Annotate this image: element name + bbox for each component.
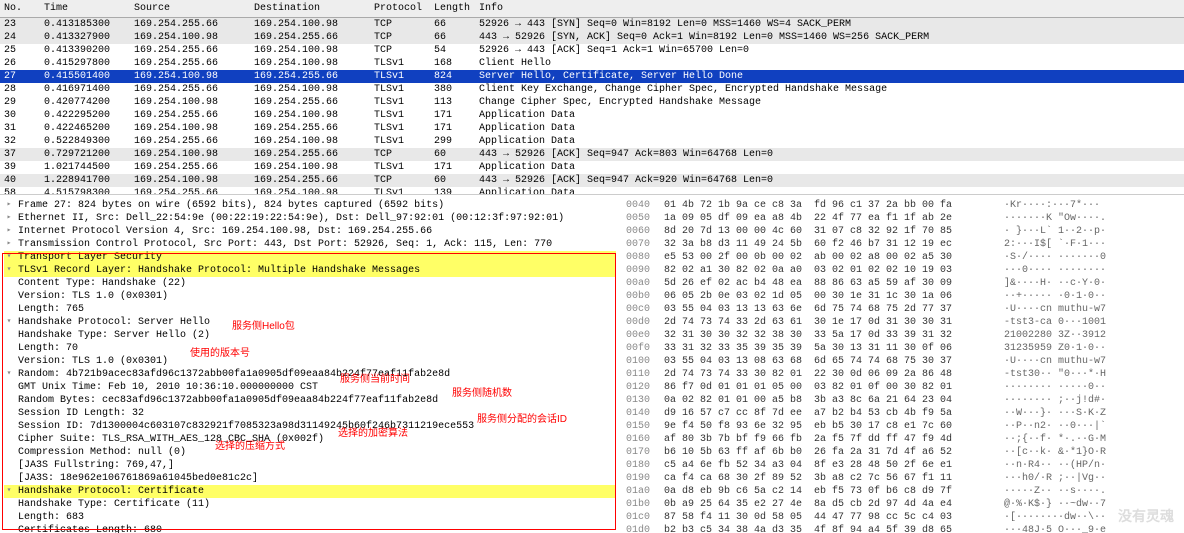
hex-row[interactable]: 01a00a d8 eb 9b c6 5a c2 14 eb f5 73 0f … [626, 485, 1184, 498]
collapse-icon[interactable]: ▾ [4, 252, 14, 262]
hex-row[interactable]: 00f033 31 32 33 35 39 35 39 5a 30 13 31 … [626, 342, 1184, 355]
packet-details[interactable]: ▸ Frame 27: 824 bytes on wire (6592 bits)… [0, 195, 620, 533]
ann-server-hello: 服务侧Hello包 [232, 320, 295, 333]
hex-row[interactable]: 00b006 05 2b 0e 03 02 1d 05 00 30 1e 31 … [626, 290, 1184, 303]
hex-row[interactable]: 0160af 80 3b 7b bf f9 66 fb 2a f5 7f dd … [626, 433, 1184, 446]
expand-icon[interactable]: ▸ [4, 239, 14, 249]
hex-row[interactable]: 01d0b2 b3 c5 34 38 4a d3 35 4f 8f 94 a4 … [626, 524, 1184, 533]
hex-row[interactable]: 00a05d 26 ef 02 ac b4 48 ea 88 86 63 a5 … [626, 277, 1184, 290]
hex-row[interactable]: 0180c5 a4 6e fb 52 34 a3 04 8f e3 28 48 … [626, 459, 1184, 472]
hex-row[interactable]: 01c087 58 f4 11 30 0d 58 05 44 47 77 98 … [626, 511, 1184, 524]
hex-row[interactable]: 00e032 31 30 30 32 32 38 30 33 5a 17 0d … [626, 329, 1184, 342]
tcp-summary: Transmission Control Protocol, Src Port:… [18, 238, 552, 251]
cert-type: Handshake Type: Certificate (11) [18, 498, 210, 511]
sid-length: Session ID Length: 32 [18, 407, 144, 420]
packet-row[interactable]: 391.021744500169.254.255.66169.254.100.9… [0, 161, 1184, 174]
packet-row[interactable]: 370.729721200169.254.100.98169.254.255.6… [0, 148, 1184, 161]
watermark: 没有灵魂 [1118, 507, 1174, 525]
cert-length: Length: 683 [18, 511, 84, 524]
hex-row[interactable]: 0170b6 10 5b 63 ff af 6b b0 26 fa 2a 31 … [626, 446, 1184, 459]
hex-row[interactable]: 0140d9 16 57 c7 cc 8f 7d ee a7 b2 b4 53 … [626, 407, 1184, 420]
record-version: Version: TLS 1.0 (0x0301) [18, 290, 168, 303]
packet-row[interactable]: 230.413185300169.254.255.66169.254.100.9… [0, 18, 1184, 31]
hex-row[interactable]: 01509e f4 50 f8 93 6e 32 95 eb b5 30 17 … [626, 420, 1184, 433]
collapse-icon[interactable]: ▾ [4, 317, 14, 327]
ip-summary: Internet Protocol Version 4, Src: 169.25… [18, 225, 432, 238]
packet-row[interactable]: 280.416971400169.254.255.66169.254.100.9… [0, 83, 1184, 96]
ann-session: 服务侧分配的会话ID [477, 413, 567, 426]
packet-row[interactable]: 270.415501400169.254.100.98169.254.255.6… [0, 70, 1184, 83]
collapse-icon[interactable]: ▾ [4, 265, 14, 275]
server-hello: Handshake Protocol: Server Hello [18, 316, 210, 329]
hex-row[interactable]: 010003 55 04 03 13 08 63 68 6d 65 74 74 … [626, 355, 1184, 368]
hex-row[interactable]: 009082 02 a1 30 82 02 0a a0 03 02 01 02 … [626, 264, 1184, 277]
compression: Compression Method: null (0) [18, 446, 186, 459]
ann-cipher: 选择的加密算法 [338, 427, 408, 440]
ann-version: 使用的版本号 [190, 347, 250, 360]
packet-row[interactable]: 240.413327900169.254.100.98169.254.255.6… [0, 31, 1184, 44]
tls-record: TLSv1 Record Layer: Handshake Protocol: … [18, 264, 420, 277]
record-length: Length: 765 [18, 303, 84, 316]
hex-row[interactable]: 004001 4b 72 1b 9a ce c8 3a fd 96 c1 37 … [626, 199, 1184, 212]
hex-dump[interactable]: 004001 4b 72 1b 9a ce c8 3a fd 96 c1 37 … [620, 195, 1184, 533]
hex-row[interactable]: 01102d 74 73 74 33 30 82 01 22 30 0d 06 … [626, 368, 1184, 381]
hex-row[interactable]: 007032 3a b8 d3 11 49 24 5b 60 f2 46 b7 … [626, 238, 1184, 251]
tls-header: Transport Layer Security [18, 251, 162, 264]
random-bytes: Random Bytes: cec83afd96c1372abb00fa1a09… [18, 394, 438, 407]
packet-header: No.TimeSourceDestinationProtocolLengthIn… [0, 0, 1184, 18]
hs-length: Length: 70 [18, 342, 78, 355]
frame-summary: Frame 27: 824 bytes on wire (6592 bits),… [18, 199, 444, 212]
packet-row[interactable]: 250.413390200169.254.255.66169.254.100.9… [0, 44, 1184, 57]
hex-row[interactable]: 01300a 02 82 01 01 00 a5 b8 3b a3 8c 6a … [626, 394, 1184, 407]
ja3s-fullstring: [JA3S Fullstring: 769,47,] [18, 459, 174, 472]
collapse-icon[interactable]: ▾ [4, 369, 14, 379]
hs-version: Version: TLS 1.0 (0x0301) [18, 355, 168, 368]
certificate: Handshake Protocol: Certificate [18, 485, 204, 498]
expand-icon[interactable]: ▸ [4, 200, 14, 210]
gmt-time: GMT Unix Time: Feb 10, 2010 10:36:10.000… [18, 381, 318, 394]
hex-row[interactable]: 01b00b a9 25 64 35 e2 27 4e 8a d5 cb 2d … [626, 498, 1184, 511]
hex-row[interactable]: 012086 f7 0d 01 01 01 05 00 03 82 01 0f … [626, 381, 1184, 394]
ann-time: 服务侧当前时间 [340, 373, 410, 386]
collapse-icon[interactable]: ▾ [4, 486, 14, 496]
ja3s: [JA3S: 18e962e106761869a61045bed0e81c2c] [18, 472, 258, 485]
packet-row[interactable]: 401.228941700169.254.100.98169.254.255.6… [0, 174, 1184, 187]
content-type: Content Type: Handshake (22) [18, 277, 186, 290]
cert-list-length: Certificates Length: 680 [18, 524, 162, 533]
packet-row[interactable]: 260.415297800169.254.255.66169.254.100.9… [0, 57, 1184, 70]
expand-icon[interactable]: ▸ [4, 226, 14, 236]
ann-random: 服务侧随机数 [452, 387, 512, 400]
packet-row[interactable]: 310.422465200169.254.100.98169.254.255.6… [0, 122, 1184, 135]
packet-row[interactable]: 584.515798300169.254.255.66169.254.100.9… [0, 187, 1184, 195]
hex-row[interactable]: 0190ca f4 ca 68 30 2f 89 52 3b a8 c2 7c … [626, 472, 1184, 485]
packet-list[interactable]: No.TimeSourceDestinationProtocolLengthIn… [0, 0, 1184, 195]
packet-row[interactable]: 300.422295200169.254.255.66169.254.100.9… [0, 109, 1184, 122]
eth-summary: Ethernet II, Src: Dell_22:54:9e (00:22:1… [18, 212, 564, 225]
hex-row[interactable]: 0080e5 53 00 2f 00 0b 00 02 ab 00 02 a8 … [626, 251, 1184, 264]
expand-icon[interactable]: ▸ [4, 213, 14, 223]
hex-row[interactable]: 00c003 55 04 03 13 13 63 6e 6d 75 74 68 … [626, 303, 1184, 316]
hex-row[interactable]: 00d02d 74 73 74 33 2d 63 61 30 1e 17 0d … [626, 316, 1184, 329]
packet-row[interactable]: 320.522849300169.254.255.66169.254.100.9… [0, 135, 1184, 148]
hex-row[interactable]: 00501a 09 05 df 09 ea a8 4b 22 4f 77 ea … [626, 212, 1184, 225]
ann-compression: 选择的压缩方式 [215, 440, 285, 453]
packet-row[interactable]: 290.420774200169.254.100.98169.254.255.6… [0, 96, 1184, 109]
hex-row[interactable]: 00608d 20 7d 13 00 00 4c 60 31 07 c8 32 … [626, 225, 1184, 238]
hs-type: Handshake Type: Server Hello (2) [18, 329, 210, 342]
